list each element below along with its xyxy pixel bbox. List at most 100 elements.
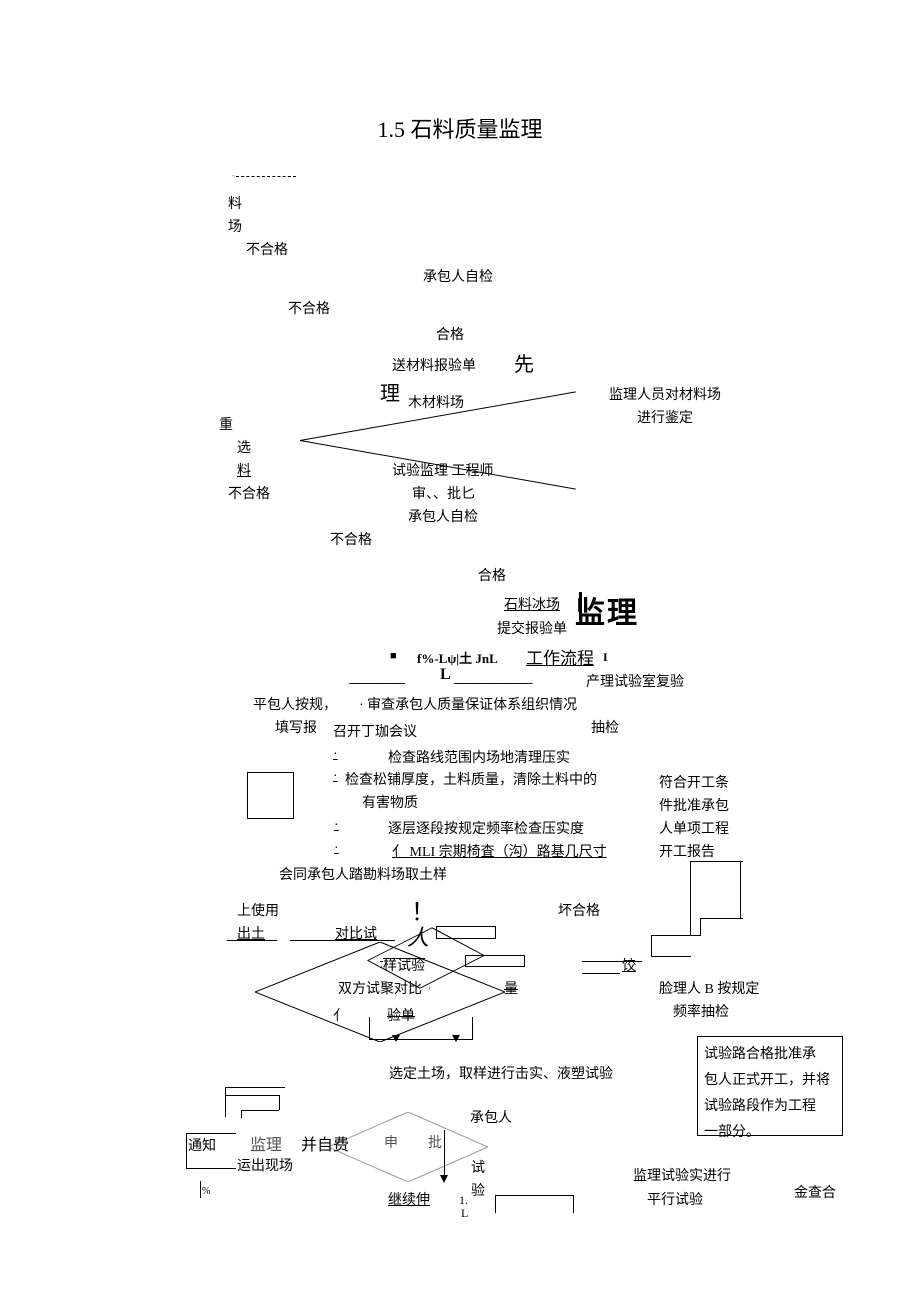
text-pingxing: 平行试验 <box>647 1189 703 1209</box>
box-r3 <box>651 935 652 956</box>
text-shen: 申 <box>384 1132 398 1152</box>
tb-l2: 包人正式开工，并将 <box>704 1069 836 1089</box>
text-song-cailiao: 送材料报验单 <box>392 355 476 375</box>
text-jiancha-luxian: 检查路线范围内场地清理压实 <box>388 747 570 767</box>
arrow2 <box>452 1035 460 1042</box>
text-pi: 批 <box>428 1132 442 1152</box>
text-mli: 亻 MLI 宗期椅査（沟）路基几尺寸 <box>392 841 607 861</box>
text-square: ■ <box>390 650 397 662</box>
text-jincha: 金查合 <box>794 1182 836 1202</box>
text-buhege4: 不合格 <box>330 529 372 549</box>
small-box <box>247 772 294 819</box>
text-tijiao-baoyandan: 提交报验单 <box>497 618 567 638</box>
text-pinlv: 频率抽检 <box>673 1001 729 1021</box>
text-jiao: 饺 <box>622 955 636 975</box>
text-dot3: · <box>334 818 339 834</box>
shencha-inner: 审查承包人质量保证体系组织情况 <box>367 698 577 713</box>
text-xuanding: 选定土场，取样进行击实、液塑试验 <box>389 1063 613 1083</box>
hl-a2 <box>225 1095 279 1096</box>
tb-l4: 一部分。 <box>704 1121 836 1141</box>
text-comma: ' <box>429 986 431 996</box>
text-xuan: 选 <box>237 437 251 457</box>
text-kaigong-baogao: 开工报告 <box>659 841 715 861</box>
text-li: 理 <box>380 377 400 406</box>
text-liang: 量 <box>504 978 518 998</box>
box-r1 <box>740 861 741 918</box>
vl-a <box>225 1087 226 1117</box>
text-shang-shiyong: 上使用 <box>237 900 279 920</box>
vbl2 <box>573 1195 574 1213</box>
text-tianxie-bao: 填写报 <box>275 717 317 737</box>
text-jianli-big: 监理 <box>575 588 639 632</box>
text-chengbaoren-zijian2: 承包人自检 <box>408 506 478 526</box>
hl-a3 <box>241 1110 279 1111</box>
text-zhong: 重 <box>219 414 233 434</box>
vl-a3 <box>241 1110 242 1118</box>
box-small1 <box>436 926 496 939</box>
text-youhai: 有害物质 <box>362 792 418 812</box>
vl-a2 <box>279 1095 280 1110</box>
text-liao2: 料 <box>237 460 251 480</box>
vbar <box>579 592 582 620</box>
text-jianli-duicailiao: 监理人员对材料场 <box>609 384 721 404</box>
text-yandan: 验单 <box>387 1005 415 1025</box>
text-flt: f%-Lψ|土 JnL <box>417 648 498 667</box>
hbl1 <box>495 1195 573 1196</box>
text-ren-danxiang: 人单项工程 <box>659 818 729 838</box>
box-inner <box>700 918 743 919</box>
text-jinxing-jianding: 进行鉴定 <box>637 407 693 427</box>
text-lianren-b: 脸理人 B 按规定 <box>659 978 759 998</box>
text-yan: 验 <box>471 1180 485 1200</box>
text-jixu-shen: 继续伸 <box>388 1189 430 1209</box>
hline3 <box>582 961 642 962</box>
box-top <box>690 861 743 862</box>
text-chan-shiyanshi: 产理试验室复验 <box>586 671 684 691</box>
vline-arrow <box>444 1130 445 1180</box>
v2 <box>472 1017 473 1031</box>
v1 <box>369 1017 370 1031</box>
pct-line <box>200 1181 201 1198</box>
tb-l3: 试验路段作为工程 <box>704 1095 836 1115</box>
tb-l1: 试验路合格批准承 <box>704 1043 836 1063</box>
text-L: L <box>440 666 451 684</box>
text-dot1: · <box>333 747 338 763</box>
dot-marker: · <box>232 172 234 180</box>
text-jian-pizhun: 件批准承包 <box>659 795 729 815</box>
dash-line <box>236 176 296 177</box>
text-liao: 料 <box>228 193 242 213</box>
text-shen-pi: 审、、批匕 <box>412 483 475 503</box>
text-hege1: 合格 <box>436 324 464 344</box>
hline2 <box>290 940 395 941</box>
diamond2-svg <box>328 1112 488 1182</box>
box-bot <box>651 935 701 936</box>
text-buhege2: 不合格 <box>288 298 330 318</box>
text-shiliao-bingchang: 石料冰场 <box>504 594 560 614</box>
hline1 <box>227 940 277 941</box>
text-zhuceng: 逐层逐段按规定频率检查压实度 <box>388 818 584 838</box>
text-mucailiaochang: 木材料场 <box>408 392 464 412</box>
text-chang: 场 <box>228 216 242 236</box>
text-shiyan-jianli: 试验监理 工程师 <box>392 460 494 480</box>
text-cai: 亻 <box>333 1005 347 1025</box>
text-buhege3: 不合格 <box>228 483 270 503</box>
box-l <box>690 861 691 935</box>
text-gongzuo-liucheng: 工作流程 <box>526 644 594 669</box>
text-fuhe: 符合开工条 <box>659 772 729 792</box>
box-bot2 <box>651 956 691 957</box>
text-huai-hege: 坏合格 <box>558 900 600 920</box>
text-zhaokai-huiyi: 召开丁珈会议 <box>333 721 417 741</box>
text-dot4: · <box>334 841 339 857</box>
arrow-down <box>440 1175 448 1183</box>
text-yunchu: 运出现场 <box>237 1155 293 1175</box>
vbl1 <box>495 1195 496 1213</box>
hline4 <box>582 973 620 974</box>
box-tongzhi: 通知 <box>186 1133 236 1169</box>
tongzhi-inner: 通知 <box>188 1139 216 1154</box>
diamond2-container <box>328 1112 488 1182</box>
text-dot2: · <box>333 769 338 785</box>
text-shuangfang: 双方试聚对比 <box>338 978 422 998</box>
text-pingbaoren: 平包人按规， <box>253 694 337 714</box>
text-jianli-shiyan: 监理试验实进行 <box>633 1165 731 1185</box>
text-percent: % <box>202 1186 210 1197</box>
text-buhege1: 不合格 <box>246 239 288 259</box>
